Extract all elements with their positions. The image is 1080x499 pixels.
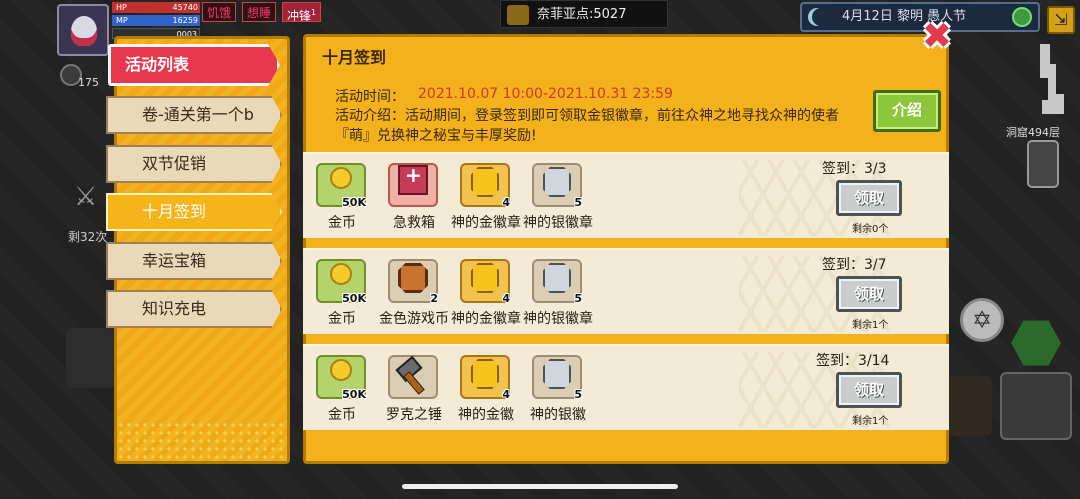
- reward-item[interactable]: 4: [460, 259, 512, 305]
- moon-icon: [812, 8, 830, 26]
- item-name: 金币: [328, 215, 356, 231]
- nafilia-points: 奈菲亚点:5027: [500, 0, 668, 28]
- exit-button[interactable]: ⇲: [1047, 6, 1075, 34]
- signin-progress: 签到：3/14: [816, 353, 890, 369]
- event-description: 活动介绍：活动期间，登录签到即可领取金银徽章，前往众神之地寻找众神的使者『萌』兑…: [335, 108, 839, 144]
- star-of-david-button[interactable]: ✡: [960, 298, 1004, 342]
- tab-lucky-chest[interactable]: 幸运宝箱: [106, 242, 282, 280]
- tab-knowledge-charge[interactable]: 知识充电: [106, 290, 282, 328]
- left-action-button[interactable]: [66, 328, 116, 388]
- claim-button[interactable]: 领取: [836, 180, 902, 216]
- panel-title: 十月签到: [322, 48, 387, 67]
- player-avatar[interactable]: [57, 4, 109, 56]
- secondary-weapon-button[interactable]: [942, 376, 992, 436]
- item-name: 神的金徽章: [451, 215, 521, 231]
- reward-item[interactable]: 50K: [316, 163, 368, 209]
- reward-item[interactable]: [388, 355, 440, 401]
- item-name: 罗克之锤: [386, 407, 442, 423]
- remaining-label: 剩余0个: [852, 224, 889, 235]
- hp-bar: HP 45740: [112, 2, 200, 13]
- gold-badge-icon: [471, 167, 499, 197]
- reward-item[interactable]: 5: [532, 163, 584, 209]
- home-indicator[interactable]: [402, 484, 678, 489]
- status-sleepy: 想睡: [242, 2, 277, 22]
- silver-badge-icon: [543, 263, 571, 293]
- claim-button[interactable]: 领取: [836, 276, 902, 312]
- globe-icon[interactable]: [1012, 7, 1032, 27]
- claim-button[interactable]: 领取: [836, 372, 902, 408]
- mp-bar: MP 16259: [112, 15, 200, 26]
- remaining-count: 剩32次: [68, 230, 108, 244]
- panel-pattern: [117, 421, 287, 461]
- reward-item[interactable]: 5: [532, 355, 584, 401]
- tab-october-signin[interactable]: 十月签到: [106, 193, 282, 231]
- reward-item[interactable]: 4: [460, 355, 512, 401]
- item-name: 神的银徽章: [523, 215, 593, 231]
- item-name: 神的银徽章: [523, 311, 593, 327]
- signin-progress: 签到：3/3: [822, 161, 887, 177]
- first-aid-kit-icon: [398, 163, 428, 195]
- points-icon: [507, 5, 529, 25]
- event-time-value: 2021.10.07 10:00-2021.10.31 23:59: [418, 86, 673, 102]
- item-name: 神的金徽章: [451, 311, 521, 327]
- remaining-label: 剩余1个: [852, 320, 889, 331]
- status-hungry: 饥饿: [202, 2, 237, 22]
- gold-badge-icon: [471, 263, 499, 293]
- item-name: 神的银徽: [530, 407, 586, 423]
- phone-icon[interactable]: [1027, 140, 1059, 188]
- status-charge: 冲锋1: [282, 2, 322, 23]
- minimap-path: [1040, 44, 1064, 114]
- reward-item[interactable]: 2: [388, 259, 440, 305]
- reward-item[interactable]: 4: [460, 163, 512, 209]
- signin-progress: 签到：3/7: [822, 257, 887, 273]
- intro-button[interactable]: 介绍: [873, 90, 941, 132]
- tab-double-festival[interactable]: 双节促销: [106, 145, 282, 183]
- bow-weapon-button[interactable]: [1000, 372, 1072, 440]
- game-coin-icon: [398, 263, 428, 293]
- item-name: 急救箱: [393, 215, 435, 231]
- item-name: 金币: [328, 407, 356, 423]
- item-name: 神的金徽: [458, 407, 514, 423]
- remaining-label: 剩余1个: [852, 416, 889, 427]
- hammer-icon: [398, 361, 430, 391]
- reward-item[interactable]: [388, 163, 440, 209]
- gold-coin-icon: [330, 263, 352, 285]
- cave-floor-label: 洞窟494层: [1006, 126, 1060, 139]
- gold-coin-icon: [330, 359, 352, 381]
- activity-list-header: 活动列表: [108, 44, 280, 86]
- reward-item[interactable]: 50K: [316, 259, 368, 305]
- gold-badge-icon: [471, 359, 499, 389]
- silver-badge-icon: [543, 359, 571, 389]
- minimap[interactable]: [1020, 40, 1070, 120]
- silver-badge-icon: [543, 167, 571, 197]
- reward-item[interactable]: 5: [532, 259, 584, 305]
- close-button[interactable]: ✖: [920, 19, 954, 56]
- event-time-label: 活动时间：: [335, 89, 405, 105]
- tab-first-clear[interactable]: 卷-通关第一个b: [106, 96, 282, 134]
- item-name: 金币: [328, 311, 356, 327]
- item-name: 金色游戏币: [379, 311, 449, 327]
- shield-count: 175: [78, 76, 99, 89]
- reward-item[interactable]: 50K: [316, 355, 368, 401]
- crossed-swords-icon: ⚔: [74, 182, 98, 212]
- gold-coin-icon: [330, 167, 352, 189]
